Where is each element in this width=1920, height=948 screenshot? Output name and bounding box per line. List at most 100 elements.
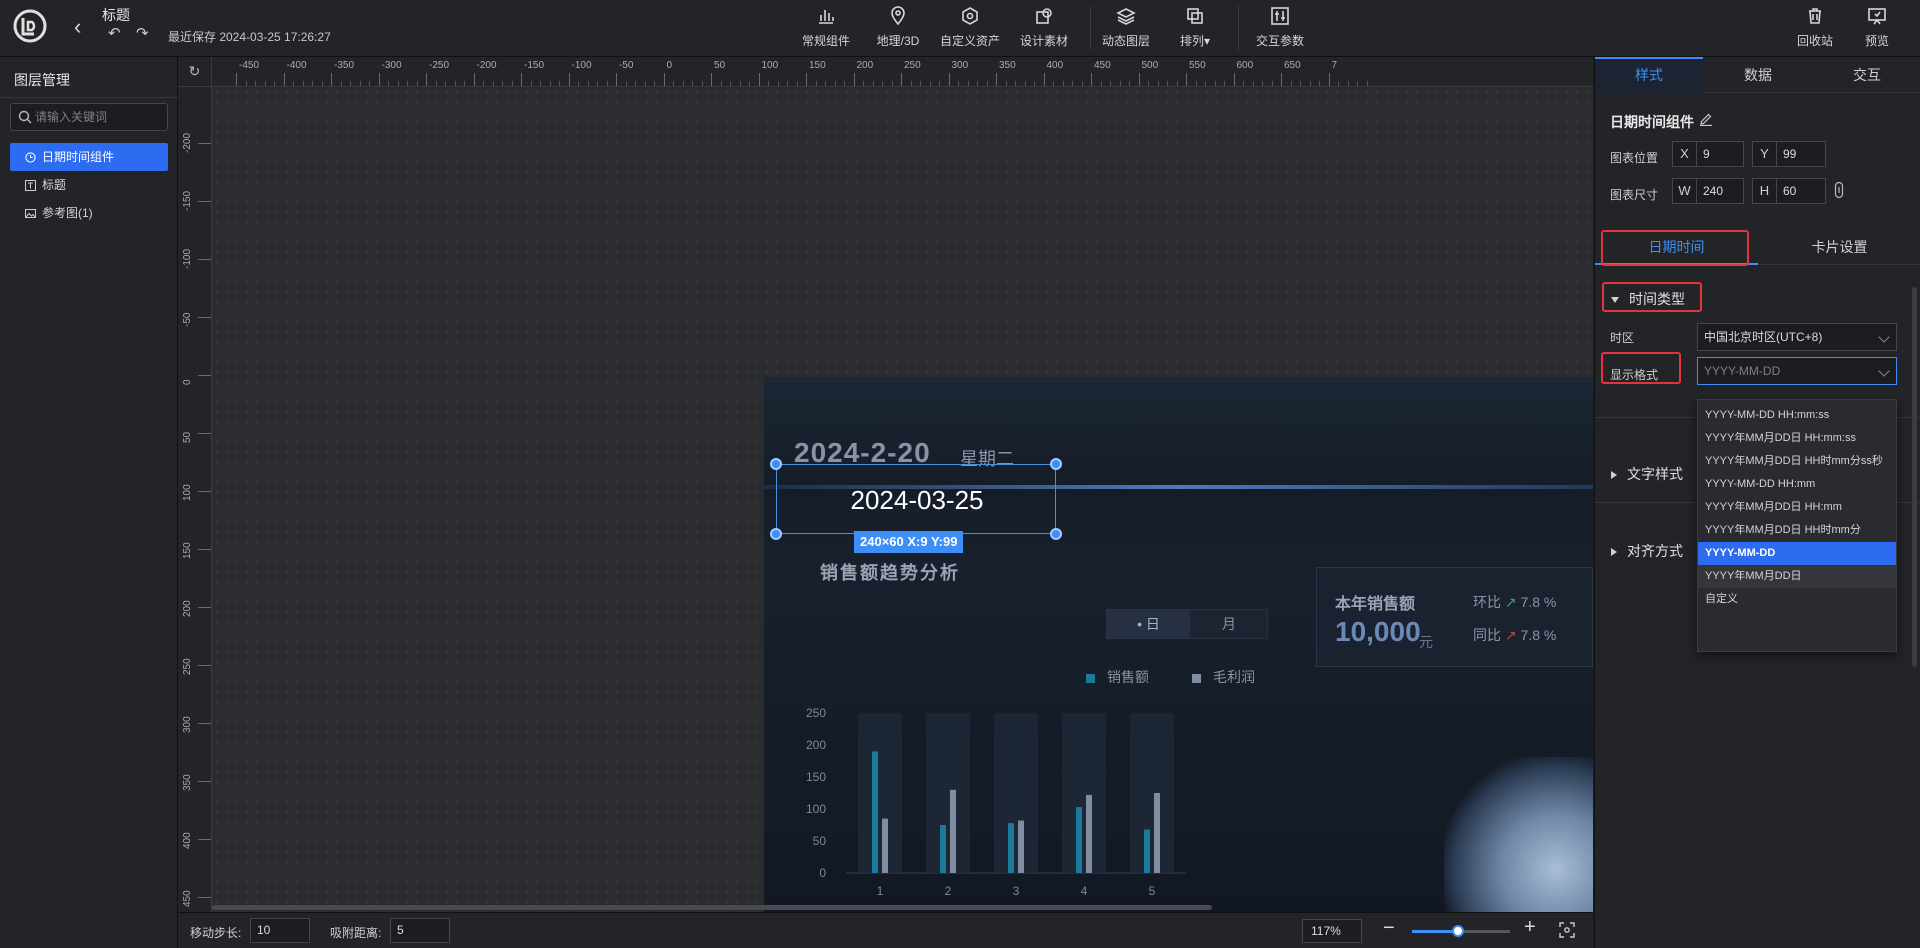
top-toolbar: ‹ 标题 ↶ ↷ 最近保存 2024-03-25 17:26:27 常规组件 地… (0, 0, 1920, 57)
back-icon[interactable]: ‹ (74, 14, 81, 40)
format-option[interactable]: YYYY年MM月DD日 HH时mm分 (1698, 519, 1896, 542)
zoom-in-icon[interactable]: + (1524, 916, 1536, 939)
format-option[interactable]: YYYY年MM月DD日 (1698, 565, 1896, 588)
tab-data[interactable]: 数据 (1704, 57, 1812, 93)
zoom-out-icon[interactable]: − (1383, 917, 1395, 940)
ruler-label: 200 (856, 60, 874, 71)
selected-datetime-component[interactable]: 2024-03-25 (776, 464, 1056, 534)
layer-item-title[interactable]: 标题 (10, 171, 168, 199)
ruler-tick (198, 665, 211, 666)
ruler-label: -200 (476, 60, 497, 71)
toolbar-custom-assets-button[interactable]: 自定义资产 (938, 4, 1002, 52)
layer-search-input[interactable] (35, 108, 163, 126)
format-option[interactable]: YYYY年MM月DD日 HH:mm (1698, 496, 1896, 519)
layer-item-reference-image[interactable]: 参考图(1) (10, 199, 168, 227)
y-input[interactable]: Y 99 (1752, 141, 1826, 167)
reference-image[interactable]: 2024-2-20 星期二 销售额趋势分析 本年销售额 10,000 元 环比 … (764, 377, 1593, 912)
resize-handle-bottom-right[interactable] (1050, 528, 1062, 540)
highlight-box (1601, 352, 1681, 384)
kpi-value: 10,000 (1335, 616, 1421, 647)
timezone-select[interactable]: 中国北京时区(UTC+8) (1697, 323, 1897, 351)
w-value: 240 (1703, 184, 1724, 198)
legend-label: 销售额 (1107, 669, 1149, 685)
format-option[interactable]: YYYY年MM月DD日 HH:mm:ss (1698, 427, 1896, 450)
ruler-label: 300 (182, 716, 193, 733)
format-select[interactable]: YYYY-MM-DD (1697, 357, 1897, 385)
aspect-lock-icon[interactable] (1834, 181, 1844, 199)
tab-card-settings[interactable]: 卡片设置 (1758, 229, 1920, 265)
section-alignment[interactable]: 对齐方式 (1611, 541, 1683, 561)
ruler-label: -100 (182, 248, 193, 269)
ruler-tick (283, 73, 285, 86)
tab-style[interactable]: 样式 (1595, 57, 1703, 93)
design-canvas[interactable]: ↻ -450 -400 -350 -300 -250 -200 -150 -100 -50 0 50… (178, 57, 1593, 912)
toolbar-divider (1090, 6, 1091, 50)
section-title: 文字样式 (1627, 466, 1683, 482)
hexagon-icon (938, 6, 1002, 28)
snap-input[interactable]: 5 (390, 918, 450, 943)
horizontal-scrollbar[interactable] (212, 905, 1212, 910)
toolbar-interaction-params-button[interactable]: 交互参数 (1252, 4, 1308, 52)
zoom-slider[interactable] (1412, 925, 1510, 937)
toolbar-arrange-dropdown[interactable]: 排列▾ (1170, 4, 1220, 52)
section-text-style[interactable]: 文字样式 (1611, 464, 1683, 484)
resize-handle-top-left[interactable] (770, 458, 782, 470)
bar-sales (1144, 829, 1150, 873)
kpi-title: 本年销售额 (1335, 596, 1416, 613)
zoom-level-input[interactable]: 117% (1302, 919, 1362, 943)
ruler-label: -400 (286, 60, 307, 71)
layer-search-box[interactable] (10, 103, 168, 131)
x-tick-label: 4 (1081, 884, 1088, 898)
resize-handle-bottom-left[interactable] (770, 528, 782, 540)
format-option[interactable]: YYYY-MM-DD HH:mm (1698, 473, 1896, 496)
ruler-label: 100 (182, 484, 193, 501)
step-input[interactable]: 10 (250, 918, 310, 943)
highlight-box (1601, 230, 1749, 266)
reference-bar-chart: 250 200 150 100 50 0 1 2 3 4 5 (806, 706, 1186, 898)
undo-icon[interactable]: ↶ (108, 24, 121, 42)
toolbar-geo-3d-button[interactable]: 地理/3D (870, 4, 926, 52)
step-label: 移动步长: (190, 926, 242, 940)
bar-background (994, 713, 1038, 873)
legend-profit: 毛利润 (1192, 667, 1255, 687)
toolbar-design-materials-button[interactable]: 设计素材 (1012, 4, 1076, 52)
refresh-icon[interactable]: ↻ (178, 57, 212, 87)
reference-subtitle: 销售额趋势分析 (820, 563, 960, 583)
ruler-tick (948, 73, 950, 86)
format-option[interactable]: 自定义 (1698, 588, 1896, 611)
redo-icon[interactable]: ↷ (136, 24, 149, 42)
edit-icon[interactable] (1699, 112, 1713, 126)
bar-profit (1154, 793, 1160, 873)
preview-button[interactable]: 预览 (1852, 4, 1902, 52)
ruler-label: 550 (1189, 60, 1206, 71)
resize-handle-top-right[interactable] (1050, 458, 1062, 470)
zoom-slider-thumb[interactable] (1452, 925, 1465, 937)
ruler-tick (1328, 73, 1330, 86)
layer-item-datetime[interactable]: 日期时间组件 (10, 143, 168, 171)
w-input[interactable]: W 240 (1672, 178, 1744, 204)
toolbar-regular-components-button[interactable]: 常规组件 (796, 4, 856, 52)
h-value: 60 (1783, 184, 1797, 198)
document-title[interactable]: 标题 (102, 5, 130, 25)
snap-label: 吸附距离: (330, 926, 382, 940)
fit-screen-icon[interactable] (1559, 922, 1575, 938)
x-tick-label: 5 (1149, 884, 1156, 898)
divider (0, 97, 178, 98)
x-input[interactable]: X 9 (1672, 141, 1744, 167)
bottom-status-bar: 移动步长: 10 吸附距离: 5 117% − + (178, 912, 1593, 948)
ruler-tick (198, 201, 211, 202)
format-option[interactable]: YYYY年MM月DD日 HH时mm分ss秒 (1698, 450, 1896, 473)
format-option-selected[interactable]: YYYY-MM-DD (1698, 542, 1896, 565)
panel-scrollbar[interactable] (1912, 287, 1917, 667)
ruler-tick (473, 73, 475, 86)
ruler-tick (198, 839, 211, 840)
format-option[interactable]: YYYY-MM-DD HH:mm:ss (1698, 404, 1896, 427)
h-input[interactable]: H 60 (1752, 178, 1826, 204)
ruler-tick (663, 73, 665, 86)
recycle-bin-button[interactable]: 回收站 (1790, 4, 1840, 52)
ruler-label: -250 (429, 60, 450, 71)
toolbar-dynamic-layers-button[interactable]: 动态图层 (1098, 4, 1154, 52)
ruler-label: 400 (1046, 60, 1064, 71)
tab-interaction[interactable]: 交互 (1813, 57, 1920, 93)
last-saved-text: 最近保存 2024-03-25 17:26:27 (168, 30, 331, 44)
